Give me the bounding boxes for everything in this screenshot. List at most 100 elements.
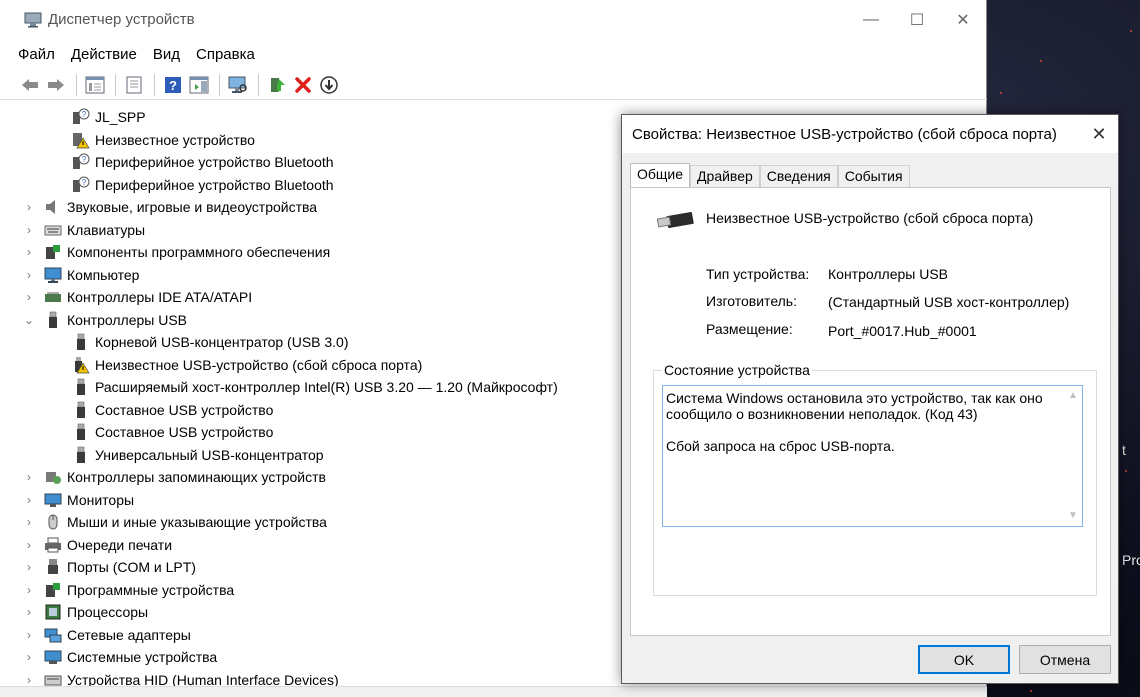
minimize-button[interactable]: — xyxy=(848,0,894,40)
expand-chevron-icon[interactable]: › xyxy=(22,223,36,237)
tree-item[interactable]: › Программные устройства xyxy=(27,579,235,601)
close-button[interactable]: ✕ xyxy=(940,0,986,40)
port-icon xyxy=(44,558,62,576)
tree-item[interactable]: Составное USB устройство xyxy=(72,399,273,421)
usb-icon xyxy=(72,446,90,464)
horizontal-scrollbar[interactable] xyxy=(0,686,987,697)
maximize-button[interactable]: ☐ xyxy=(894,0,940,40)
action-pane-icon[interactable] xyxy=(187,73,211,97)
tree-item[interactable]: › Компоненты программного обеспечения xyxy=(27,241,330,263)
tab-details[interactable]: Сведения xyxy=(759,165,838,187)
tree-item[interactable]: ? JL_SPP xyxy=(72,106,146,128)
tab-events[interactable]: События xyxy=(837,165,910,187)
expand-chevron-icon[interactable]: › xyxy=(22,605,36,619)
device-status-title: Состояние устройства xyxy=(662,362,812,378)
tree-item-label: Неизвестное устройство xyxy=(95,131,255,148)
menu-help[interactable]: Справка xyxy=(188,44,263,66)
tree-item-label: Устройства HID (Human Interface Devices) xyxy=(67,671,339,687)
tab-driver[interactable]: Драйвер xyxy=(690,165,760,187)
expand-chevron-icon[interactable]: › xyxy=(22,583,36,597)
scan-hardware-icon[interactable] xyxy=(226,73,250,97)
menu-file[interactable]: Файл xyxy=(0,44,63,66)
scroll-up-icon[interactable]: ▲ xyxy=(1068,390,1078,401)
expand-chevron-icon[interactable]: › xyxy=(22,650,36,664)
tree-item[interactable]: › Звуковые, игровые и видеоустройства xyxy=(27,196,317,218)
tree-item[interactable]: Расширяемый хост-контроллер Intel(R) USB… xyxy=(72,376,558,398)
usb-icon xyxy=(72,401,90,419)
expand-chevron-icon[interactable]: › xyxy=(22,560,36,574)
scroll-down-icon[interactable]: ▼ xyxy=(1068,510,1078,521)
tree-item[interactable]: Универсальный USB-концентратор xyxy=(72,444,324,466)
cancel-button[interactable]: Отмена xyxy=(1019,645,1111,674)
expand-chevron-icon[interactable]: › xyxy=(22,470,36,484)
expand-chevron-icon[interactable]: › xyxy=(22,673,36,687)
printer-icon xyxy=(44,536,62,554)
tree-item[interactable]: Составное USB устройство xyxy=(72,421,273,443)
tree-item-label: Процессоры xyxy=(67,604,149,620)
bluetooth-unknown-icon: ? xyxy=(72,176,90,194)
collapse-chevron-icon[interactable]: ⌄ xyxy=(22,313,36,327)
monitor-icon xyxy=(44,491,62,509)
properties-icon[interactable] xyxy=(122,73,146,97)
tree-item-label: JL_SPP xyxy=(95,109,146,125)
tree-item-label: Программные устройства xyxy=(67,581,235,598)
usb-icon xyxy=(44,311,62,329)
svg-text:?: ? xyxy=(82,110,87,119)
expand-chevron-icon[interactable]: › xyxy=(22,290,36,304)
device-status-textbox[interactable]: Система Windows остановила это устройств… xyxy=(662,385,1083,527)
tree-item-label: Контроллеры IDE ATA/ATAPI xyxy=(67,289,253,305)
menu-action[interactable]: Действие xyxy=(63,44,145,66)
uninstall-icon[interactable] xyxy=(291,73,315,97)
tree-item[interactable]: › Устройства HID (Human Interface Devices… xyxy=(27,669,339,687)
expand-chevron-icon[interactable]: › xyxy=(22,493,36,507)
expand-chevron-icon[interactable]: › xyxy=(22,538,36,552)
tree-item[interactable]: Неизвестное устройство xyxy=(72,129,255,151)
network-adapter-icon xyxy=(44,626,62,644)
tree-item[interactable]: ? Периферийное устройство Bluetooth xyxy=(72,174,334,196)
tree-item[interactable]: › Контроллеры запоминающих устройств xyxy=(27,466,326,488)
tree-item[interactable]: › Мониторы xyxy=(27,489,135,511)
menu-view[interactable]: Вид xyxy=(145,44,188,66)
status-scrollbar[interactable]: ▲ ▼ xyxy=(1064,386,1082,526)
tree-item-label: Мониторы xyxy=(67,491,135,508)
disable-device-icon[interactable] xyxy=(317,73,341,97)
tree-item[interactable]: Неизвестное USB-устройство (сбой сброса … xyxy=(72,354,422,376)
expand-chevron-icon[interactable]: › xyxy=(22,628,36,642)
tree-item[interactable]: › Системные устройства xyxy=(27,646,217,668)
tree-item-label: Порты (COM и LPT) xyxy=(67,559,196,575)
update-driver-icon[interactable] xyxy=(265,73,289,97)
dialog-close-button[interactable]: ✕ xyxy=(1086,121,1112,147)
tree-item-label: Компьютер xyxy=(67,266,140,283)
tree-item-label: Клавиатуры xyxy=(67,221,146,238)
menu-bar: Файл Действие Вид Справка xyxy=(0,44,263,66)
help-icon[interactable]: ? xyxy=(161,73,185,97)
tree-item-label: Сетевые адаптеры xyxy=(67,626,191,643)
show-hide-tree-icon[interactable] xyxy=(83,73,107,97)
dialog-title-bar[interactable]: Свойства: Неизвестное USB-устройство (сб… xyxy=(622,115,1118,153)
tree-item[interactable]: › Сетевые адаптеры xyxy=(27,624,191,646)
tree-item[interactable]: › Мыши и иные указывающие устройства xyxy=(27,511,327,533)
expand-chevron-icon[interactable]: › xyxy=(22,515,36,529)
expand-chevron-icon[interactable]: › xyxy=(22,245,36,259)
tree-item[interactable]: › Компьютер xyxy=(27,264,140,286)
tree-item[interactable]: › Порты (COM и LPT) xyxy=(27,556,196,578)
tree-item-label: Контроллеры запоминающих устройств xyxy=(67,469,326,485)
ok-button[interactable]: OK xyxy=(918,645,1010,674)
tree-item[interactable]: › Очереди печати xyxy=(27,534,172,556)
device-status-group: Состояние устройства Система Windows ост… xyxy=(653,362,1097,596)
tree-item[interactable]: Корневой USB-концентратор (USB 3.0) xyxy=(72,331,349,353)
tree-item[interactable]: ⌄ Контроллеры USB xyxy=(24,309,187,331)
manufacturer-value: (Стандартный USB хост-контроллер) xyxy=(828,294,1070,310)
tree-item[interactable]: ? Периферийное устройство Bluetooth xyxy=(72,151,334,173)
title-bar[interactable]: Диспетчер устройств — ☐ ✕ xyxy=(0,0,986,42)
back-arrow-icon[interactable] xyxy=(18,73,42,97)
desktop-text-fragment: Pro xyxy=(1122,552,1140,568)
expand-chevron-icon[interactable]: › xyxy=(22,200,36,214)
tree-item[interactable]: › Процессоры xyxy=(27,601,149,623)
forward-arrow-icon[interactable] xyxy=(44,73,68,97)
tree-item[interactable]: › Контроллеры IDE ATA/ATAPI xyxy=(27,286,253,308)
device-name: Неизвестное USB-устройство (сбой сброса … xyxy=(706,210,1034,226)
tab-general[interactable]: Общие xyxy=(630,163,691,187)
expand-chevron-icon[interactable]: › xyxy=(22,268,36,282)
tree-item[interactable]: › Клавиатуры xyxy=(27,219,146,241)
